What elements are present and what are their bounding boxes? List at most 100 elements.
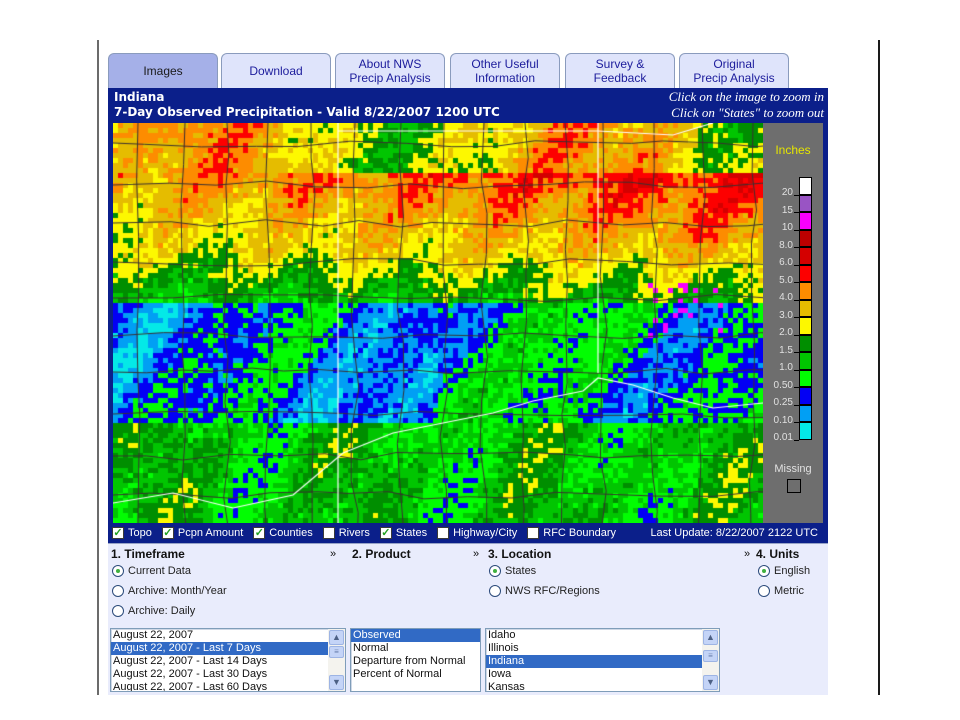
radio-label: NWS RFC/Regions [505, 585, 600, 597]
legend-label: 4.0 [779, 292, 793, 303]
legend-swatch [799, 422, 812, 440]
list-option[interactable]: Idaho [486, 629, 719, 642]
list-option[interactable]: Departure from Normal [351, 655, 480, 668]
list-option[interactable]: Kansas [486, 681, 719, 691]
checkbox-rfc-boundary[interactable]: RFC Boundary [527, 527, 616, 539]
tab-survey-feedback[interactable]: Survey & Feedback [565, 53, 675, 88]
radio-indicator [112, 565, 124, 577]
scroll-down-button[interactable]: ▼ [703, 675, 718, 690]
scroll-thumb[interactable]: ≡ [329, 646, 344, 658]
radio-indicator [758, 585, 770, 597]
radio-current-data[interactable]: Current Data [112, 565, 191, 577]
checkbox-label: Pcpn Amount [177, 527, 244, 539]
tab-about-nws[interactable]: About NWS Precip Analysis [335, 53, 445, 88]
checkbox-label: States [395, 527, 428, 539]
radio-label: Archive: Daily [128, 605, 196, 617]
legend-swatch [799, 352, 812, 370]
raquo-icon: » [473, 548, 480, 560]
checkbox-counties[interactable]: ✓ Counties [253, 527, 313, 539]
product-listbox[interactable]: Observed Normal Departure from Normal Perce… [350, 628, 481, 692]
radio-archive-daily[interactable]: Archive: Daily [112, 605, 195, 617]
list-option[interactable]: August 22, 2007 - Last 60 Days [111, 681, 345, 691]
legend-missing-label: Missing [774, 463, 812, 475]
map-title: 7-Day Observed Precipitation - Valid 8/2… [114, 105, 500, 119]
zoom-out-hint: Click on "States" to zoom out [671, 105, 824, 120]
last-update: Last Update: 8/22/2007 2122 UTC [650, 527, 818, 539]
radio-label: Current Data [128, 565, 191, 577]
location-listbox[interactable]: Idaho Illinois Indiana Iowa Kansas ▲ ≡ ▼ [485, 628, 720, 692]
list-option[interactable]: Observed [351, 629, 480, 642]
legend-title: Inches [775, 143, 811, 157]
precip-analysis-panel: Images Download About NWS Precip Analysis… [108, 52, 828, 695]
scrollbar[interactable]: ▲ ≡ ▼ [702, 629, 719, 691]
tab-images[interactable]: Images [108, 53, 218, 88]
scroll-up-button[interactable]: ▲ [329, 630, 344, 645]
checkbox-highway-city[interactable]: Highway/City [437, 527, 517, 539]
legend-label: 20 [781, 187, 793, 198]
checkbox-unchecked-icon [437, 527, 450, 539]
scroll-up-button[interactable]: ▲ [703, 630, 718, 645]
legend-swatch [799, 404, 812, 422]
legend-label: 6.0 [779, 257, 793, 268]
list-option[interactable]: August 22, 2007 - Last 30 Days [111, 668, 345, 681]
legend-swatch [799, 229, 812, 247]
legend-label: 1.0 [779, 362, 793, 373]
legend-swatch [799, 387, 812, 405]
legend-swatch [799, 194, 812, 212]
tab-label: About NWS Precip Analysis [349, 57, 431, 85]
radio-nws-rfc-regions[interactable]: NWS RFC/Regions [489, 585, 600, 597]
list-option[interactable]: Percent of Normal [351, 668, 480, 681]
legend-label: 10 [781, 222, 793, 233]
tab-label: Other Useful Information [471, 57, 539, 85]
radio-indicator [758, 565, 770, 577]
controls-panel: 1. Timeframe » 2. Product » 3. Location … [108, 543, 828, 695]
tab-download[interactable]: Download [221, 53, 331, 88]
radio-states[interactable]: States [489, 565, 536, 577]
legend-missing-swatch [787, 479, 801, 493]
tab-label: Original Precip Analysis [693, 57, 775, 85]
checkbox-pcpn-amount[interactable]: ✓ Pcpn Amount [161, 527, 244, 539]
list-option[interactable]: Illinois [486, 642, 719, 655]
checkbox-unchecked-icon [322, 527, 335, 539]
timeframe-listbox[interactable]: August 22, 2007 August 22, 2007 - Last 7 … [110, 628, 346, 692]
radio-metric[interactable]: Metric [758, 585, 804, 597]
list-option[interactable]: Iowa [486, 668, 719, 681]
list-option[interactable]: August 22, 2007 [111, 629, 345, 642]
legend-swatch [799, 282, 812, 300]
radio-archive-month-year[interactable]: Archive: Month/Year [112, 585, 227, 597]
legend-swatch [799, 177, 812, 195]
raquo-icon: » [744, 548, 751, 560]
tab-bar: Images Download About NWS Precip Analysis… [108, 52, 828, 88]
checkbox-states[interactable]: ✓ States [379, 527, 428, 539]
checkbox-checked-icon: ✓ [112, 527, 124, 539]
legend-swatch [799, 299, 812, 317]
scroll-down-button[interactable]: ▼ [329, 675, 344, 690]
checkbox-label: Topo [128, 527, 152, 539]
radio-label: Archive: Month/Year [128, 585, 227, 597]
scroll-thumb[interactable]: ≡ [703, 650, 718, 662]
page-left-border [97, 40, 99, 695]
list-option[interactable]: August 22, 2007 - Last 14 Days [111, 655, 345, 668]
tab-original-analysis[interactable]: Original Precip Analysis [679, 53, 789, 88]
checkbox-rivers[interactable]: Rivers [322, 527, 370, 539]
legend-label: 3.0 [779, 309, 793, 321]
list-option[interactable]: August 22, 2007 - Last 7 Days [111, 642, 345, 655]
legend-swatch [799, 212, 812, 230]
radio-indicator [112, 605, 124, 617]
radio-label: English [774, 565, 811, 577]
checkbox-label: RFC Boundary [543, 527, 617, 539]
checkbox-unchecked-icon [527, 527, 540, 539]
list-option[interactable]: Indiana [486, 655, 719, 668]
radio-english[interactable]: English [758, 565, 810, 577]
list-option[interactable]: Normal [351, 642, 480, 655]
scrollbar[interactable]: ▲ ≡ ▼ [328, 629, 345, 691]
legend-swatch [799, 334, 812, 352]
precipitation-map[interactable] [113, 123, 763, 523]
legend-label: 0.10 [773, 414, 793, 426]
timeframe-heading: 1. Timeframe [111, 547, 185, 561]
tab-other-info[interactable]: Other Useful Information [450, 53, 560, 88]
legend-tick [794, 439, 799, 441]
checkbox-topo[interactable]: ✓ Topo [112, 527, 152, 539]
checkbox-checked-icon: ✓ [253, 527, 266, 539]
legend-label: 8.0 [779, 239, 793, 251]
